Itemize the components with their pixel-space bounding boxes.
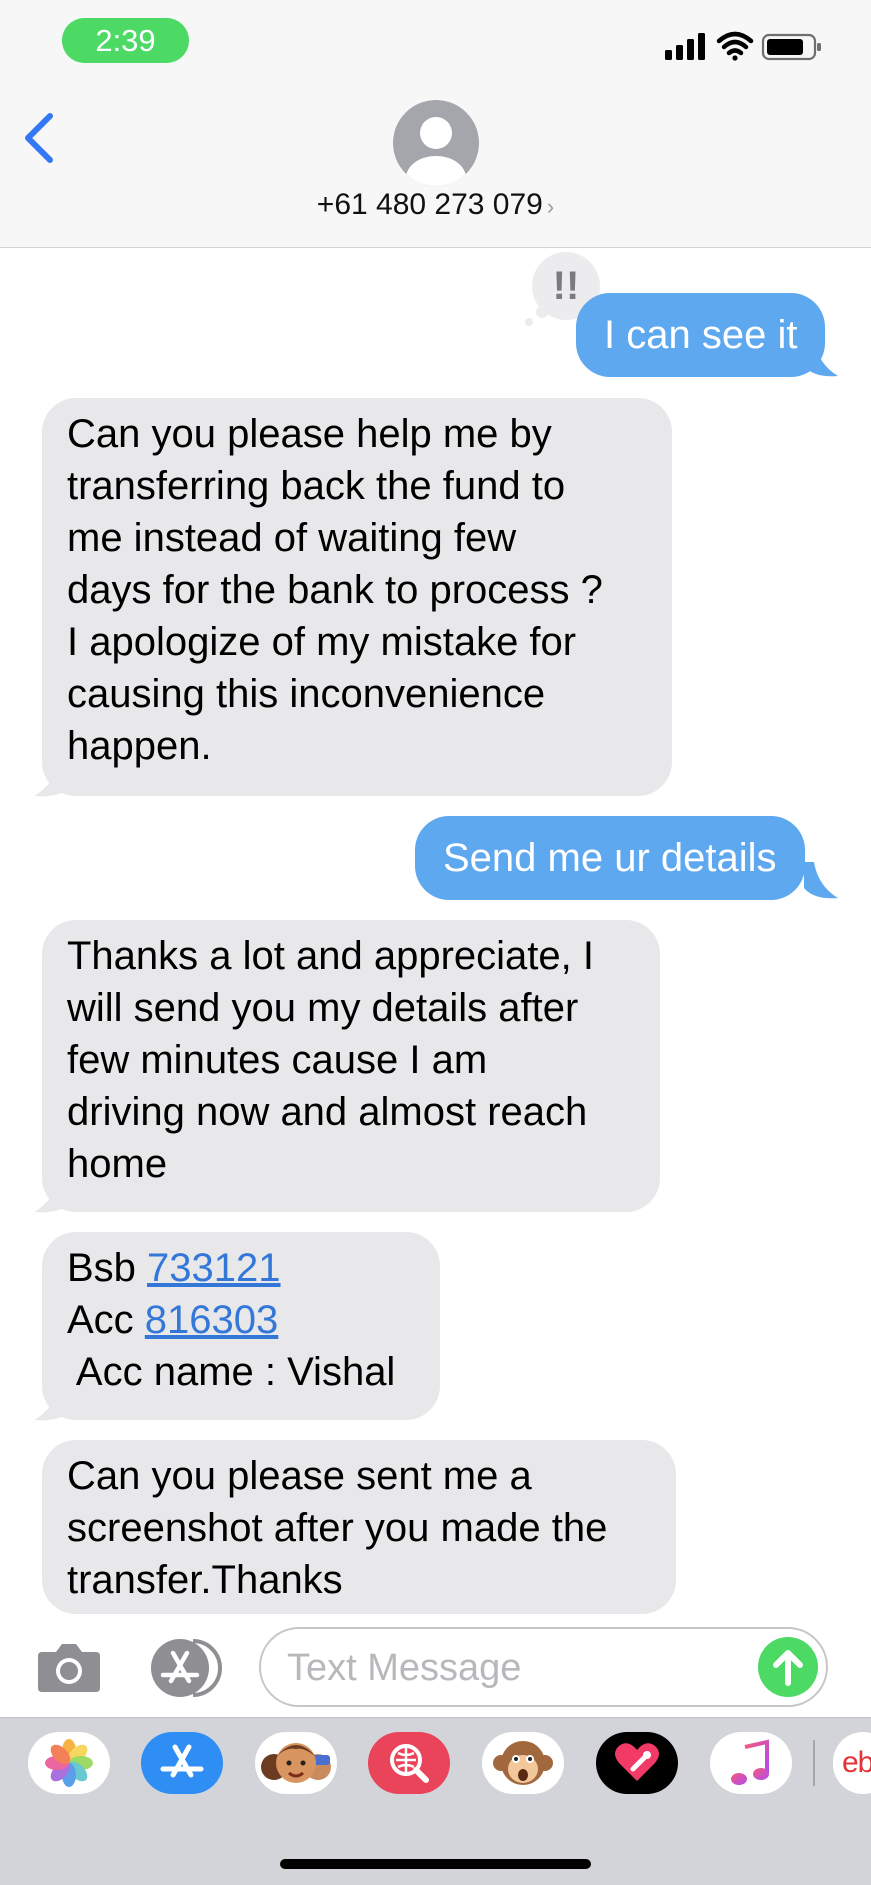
message-text: Send me ur details <box>443 836 777 880</box>
app-drawer: eb <box>0 1717 871 1885</box>
chevron-left-icon <box>25 113 53 163</box>
message-line: Can you please help me by <box>67 412 552 456</box>
message-received-1[interactable]: Can you please help me by transferring b… <box>42 398 672 796</box>
camera-button[interactable] <box>34 1640 104 1696</box>
app-store-icon[interactable] <box>141 1732 223 1794</box>
message-line: days for the bank to process ? <box>67 568 603 612</box>
acc-line: Acc 816303 <box>67 1294 415 1346</box>
message-line: me instead of waiting few <box>67 516 517 560</box>
acc-number-link[interactable]: 816303 <box>145 1298 278 1342</box>
app-store-icon <box>151 1639 222 1697</box>
contact-avatar[interactable] <box>393 100 479 186</box>
message-line: transfer.Thanks <box>67 1558 343 1602</box>
message-line: transferring back the fund to <box>67 464 566 508</box>
camera-icon <box>38 1644 100 1692</box>
tapback-text: !! <box>553 264 580 308</box>
arrow-up-icon <box>773 1650 803 1686</box>
send-button[interactable] <box>758 1637 818 1697</box>
home-indicator[interactable] <box>280 1859 591 1869</box>
battery-icon <box>761 33 821 61</box>
message-line: screenshot after you made the <box>67 1506 608 1550</box>
memoji-icon[interactable] <box>255 1732 337 1794</box>
message-received-2[interactable]: Thanks a lot and appreciate, I will send… <box>42 920 660 1212</box>
chevron-right-icon: › <box>546 194 555 219</box>
message-line: Can you please sent me a <box>67 1454 532 1498</box>
music-icon[interactable] <box>710 1732 792 1794</box>
message-line: home <box>67 1142 168 1186</box>
message-line: happen. <box>67 724 212 768</box>
message-sent-2[interactable]: Send me ur details <box>415 816 805 900</box>
message-line: causing this inconvenience <box>67 672 546 716</box>
message-input-placeholder: Text Message <box>287 1647 522 1689</box>
digital-touch-icon[interactable] <box>596 1732 678 1794</box>
message-text: I can see it <box>604 313 798 357</box>
web-search-icon[interactable] <box>368 1732 450 1794</box>
message-line: will send you my details after <box>67 986 579 1030</box>
back-button[interactable] <box>18 108 58 168</box>
apps-button[interactable] <box>147 1637 225 1699</box>
bsb-label: Bsb <box>67 1246 148 1290</box>
contact-name[interactable]: +61 480 273 079 › <box>0 188 871 222</box>
ebay-label: eb <box>842 1746 871 1779</box>
photos-icon[interactable] <box>28 1732 110 1794</box>
conversation-header: 2:39 +61 480 273 079 › <box>0 0 871 248</box>
animoji-icon[interactable] <box>482 1732 564 1794</box>
wifi-icon <box>716 31 754 61</box>
message-sent-1[interactable]: I can see it <box>576 293 826 377</box>
status-time: 2:39 <box>62 18 189 63</box>
message-input[interactable]: Text Message <box>259 1627 828 1707</box>
message-received-4[interactable]: Can you please sent me a screenshot afte… <box>42 1440 676 1614</box>
person-icon <box>393 100 479 186</box>
bsb-number-link[interactable]: 733121 <box>147 1246 280 1290</box>
drawer-divider <box>813 1740 815 1786</box>
cellular-signal-icon <box>665 33 705 60</box>
bsb-line: Bsb 733121 <box>67 1242 415 1294</box>
status-icons <box>665 28 825 64</box>
message-line: Thanks a lot and appreciate, I <box>67 934 594 978</box>
message-line: few minutes cause I am <box>67 1038 488 1082</box>
bubble-tail <box>804 862 838 899</box>
message-received-3[interactable]: Bsb 733121 Acc 816303 Acc name : Vishal <box>42 1232 440 1420</box>
contact-phone: +61 480 273 079 <box>316 188 543 221</box>
acc-label: Acc <box>67 1298 145 1342</box>
acc-name-line: Acc name : Vishal <box>67 1350 396 1394</box>
message-line: I apologize of my mistake for <box>67 620 577 664</box>
ebay-icon[interactable]: eb <box>833 1732 871 1794</box>
message-line: driving now and almost reach <box>67 1090 588 1134</box>
